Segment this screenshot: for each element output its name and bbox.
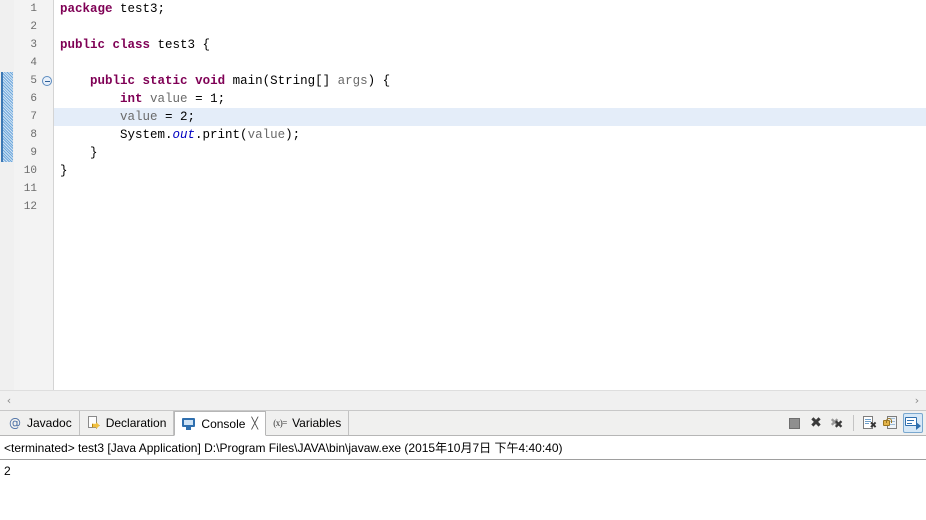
code-token: } — [60, 146, 98, 160]
folding-ruler[interactable] — [40, 0, 54, 390]
close-icon[interactable]: ╳ — [251, 417, 258, 430]
code-line[interactable] — [54, 198, 926, 216]
line-number: 2 — [30, 21, 37, 33]
scroll-lock-button[interactable] — [881, 413, 901, 433]
code-line[interactable] — [54, 54, 926, 72]
variables-icon: (x)= — [273, 418, 287, 428]
code-token: static — [142, 74, 188, 88]
code-token: = 1; — [187, 92, 226, 106]
code-token: void — [195, 74, 226, 88]
code-token: public — [90, 74, 136, 88]
code-token: } — [60, 164, 68, 178]
line-number: 6 — [30, 93, 37, 105]
code-token: System. — [60, 128, 173, 142]
line-number: 12 — [23, 201, 37, 213]
code-token: main(String[] — [225, 74, 338, 88]
console-view-toolbar: ✖ ✖ ✖ ✖ — [784, 411, 926, 435]
remove-all-x-icon: ✖ ✖ — [830, 416, 844, 431]
line-number: 10 — [23, 165, 37, 177]
console-view[interactable]: <terminated> test3 [Java Application] D:… — [0, 436, 926, 520]
line-number: 11 — [23, 183, 37, 195]
line-number: 5 — [30, 75, 37, 87]
code-line[interactable]: public static void main(String[] args) { — [54, 72, 926, 90]
code-line[interactable]: System.out.print(value); — [54, 126, 926, 144]
line-number: 9 — [30, 147, 37, 159]
declaration-icon — [86, 415, 102, 431]
code-text-area[interactable]: package test3; public class test3 { publ… — [54, 0, 926, 390]
remove-x-icon: ✖ — [810, 415, 822, 431]
tab-variables[interactable]: (x)= Variables — [266, 411, 350, 435]
bottom-view-stack: @ Javadoc Declaration Console ╳ (x)= Variables… — [0, 411, 926, 520]
code-token: public — [60, 38, 106, 52]
line-number: 8 — [30, 129, 37, 141]
tab-declaration[interactable]: Declaration — [79, 411, 175, 435]
scrollbar-track[interactable] — [18, 392, 908, 410]
view-tab-bar[interactable]: @ Javadoc Declaration Console ╳ (x)= Variables… — [0, 411, 926, 436]
code-line[interactable]: value = 2; — [54, 108, 926, 126]
code-line[interactable]: public class test3 { — [54, 36, 926, 54]
code-line[interactable]: package test3; — [54, 0, 926, 18]
code-token: args — [337, 74, 368, 88]
tab-label: Declaration — [105, 416, 167, 430]
tab-javadoc[interactable]: @ Javadoc — [1, 411, 80, 435]
code-line[interactable] — [54, 18, 926, 36]
code-token: ) { — [367, 74, 391, 88]
tab-label: Javadoc — [27, 416, 72, 430]
console-output-text[interactable]: 2 — [0, 460, 926, 520]
fold-collapse-icon[interactable] — [42, 76, 52, 86]
line-number: 3 — [30, 39, 37, 51]
code-token: value — [150, 92, 188, 106]
tab-console[interactable]: Console ╳ — [174, 411, 267, 436]
editor-body[interactable]: 1 2 3 4 5 6 7 8 9 10 11 12 package test3; public cl… — [0, 0, 926, 390]
code-line[interactable]: int value = 1; — [54, 90, 926, 108]
clear-console-button[interactable]: ✖ — [859, 413, 879, 433]
remove-launch-button[interactable]: ✖ — [806, 413, 826, 433]
javadoc-icon: @ — [9, 416, 21, 430]
tab-label: Console — [201, 416, 246, 431]
java-editor[interactable]: 1 2 3 4 5 6 7 8 9 10 11 12 package test3; public cl… — [0, 0, 926, 411]
display-console-icon — [905, 416, 921, 430]
code-line[interactable]: } — [54, 144, 926, 162]
code-line[interactable] — [54, 180, 926, 198]
line-number: 7 — [30, 111, 37, 123]
display-selected-console-button[interactable] — [903, 413, 923, 433]
code-token: = 2; — [157, 110, 196, 124]
code-token: class — [112, 38, 151, 52]
line-number-gutter: 1 2 3 4 5 6 7 8 9 10 11 12 — [14, 0, 40, 390]
code-token: ); — [285, 128, 301, 142]
console-icon — [181, 416, 197, 432]
console-process-header: <terminated> test3 [Java Application] D:… — [0, 436, 926, 460]
code-token: .print( — [195, 128, 248, 142]
code-token: test3; — [112, 2, 166, 16]
toolbar-separator — [853, 415, 854, 431]
annotation-ruler[interactable] — [0, 0, 14, 390]
code-token: value — [120, 110, 158, 124]
code-token: test3 { — [150, 38, 211, 52]
eclipse-ide-window: 1 2 3 4 5 6 7 8 9 10 11 12 package test3; public cl… — [0, 0, 926, 520]
remove-all-terminated-button[interactable]: ✖ ✖ — [828, 413, 848, 433]
code-line[interactable]: } — [54, 162, 926, 180]
code-token: out — [172, 128, 196, 142]
line-number: 1 — [30, 3, 37, 15]
code-token: package — [60, 2, 113, 16]
scroll-lock-icon — [883, 415, 899, 431]
clear-console-icon: ✖ — [861, 415, 877, 431]
scroll-left-arrow-icon[interactable]: ‹ — [0, 392, 18, 410]
tab-label: Variables — [292, 416, 342, 430]
line-number: 4 — [30, 57, 37, 69]
code-token: value — [247, 128, 286, 142]
scroll-right-arrow-icon[interactable]: › — [908, 392, 926, 410]
terminate-button[interactable] — [784, 413, 804, 433]
editor-horizontal-scrollbar[interactable]: ‹ › — [0, 390, 926, 410]
terminate-icon — [788, 417, 800, 429]
changed-lines-marker — [1, 72, 13, 162]
code-token: int — [120, 92, 143, 106]
